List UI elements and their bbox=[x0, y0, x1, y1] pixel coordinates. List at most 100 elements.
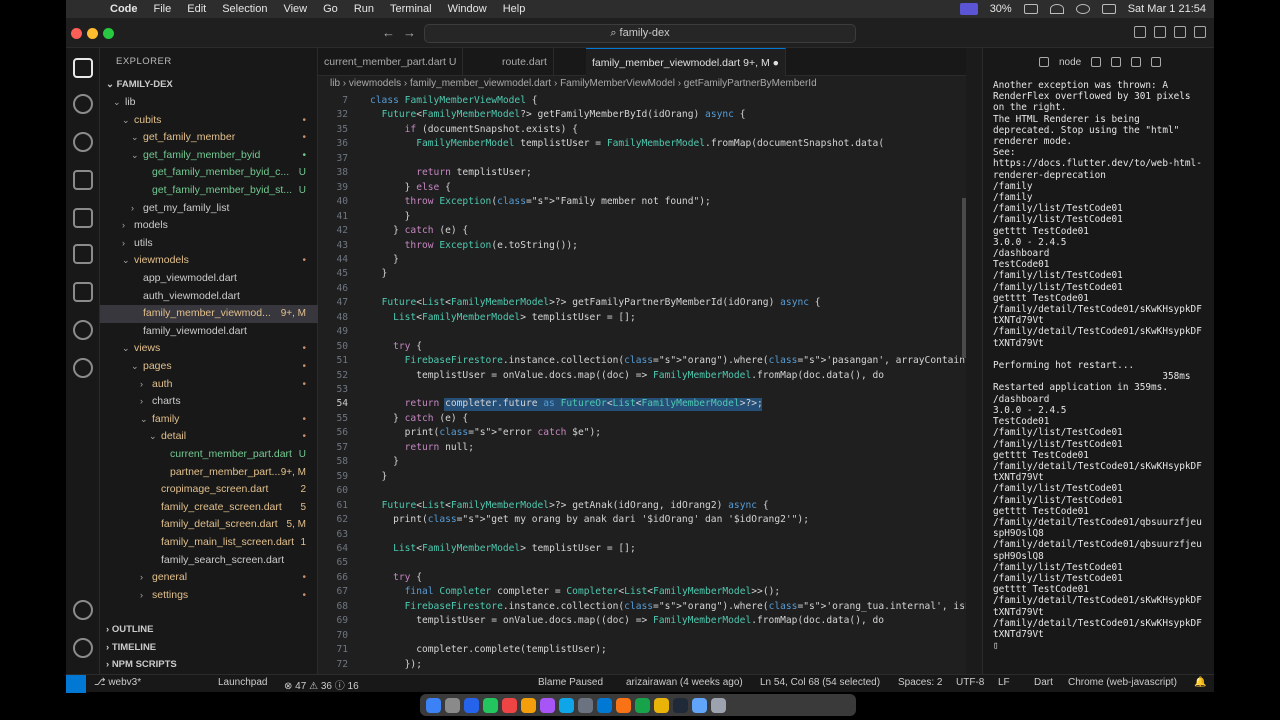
remote-indicator[interactable] bbox=[66, 675, 86, 693]
menu-go[interactable]: Go bbox=[315, 3, 346, 15]
tree-item[interactable]: ⌄ cubits • bbox=[100, 112, 318, 130]
chevron-icon[interactable]: ⌄ bbox=[122, 340, 134, 358]
code-line[interactable]: } bbox=[370, 268, 388, 279]
tree-item[interactable]: get_family_member_byid_st... U bbox=[100, 182, 318, 200]
code-line[interactable]: completer.complete(templistUser); bbox=[370, 644, 607, 655]
tree-item[interactable]: ⌄ get_family_member • bbox=[100, 129, 318, 147]
code-line[interactable]: final Completer completer = Completer<Li… bbox=[370, 586, 781, 597]
language-mode[interactable]: Dart bbox=[1034, 677, 1053, 688]
code-line[interactable]: return null; bbox=[370, 442, 474, 453]
explorer-icon[interactable] bbox=[73, 58, 93, 78]
menu-window[interactable]: Window bbox=[440, 3, 495, 15]
settings-gear-icon[interactable] bbox=[73, 638, 93, 658]
code-line[interactable]: FirebaseFirestore.instance.collection(cl… bbox=[370, 355, 966, 366]
launchpad[interactable]: Launchpad bbox=[218, 677, 268, 688]
tree-item[interactable]: ⌄ views • bbox=[100, 340, 318, 358]
wifi-icon[interactable] bbox=[1049, 4, 1064, 14]
tree-item[interactable]: ⌄ lib bbox=[100, 94, 318, 112]
code-line[interactable]: FirebaseFirestore.instance.collection(cl… bbox=[370, 601, 966, 612]
menu-run[interactable]: Run bbox=[346, 3, 382, 15]
new-terminal-icon[interactable] bbox=[1091, 57, 1102, 67]
chevron-icon[interactable]: ⌄ bbox=[140, 411, 152, 429]
workspace-root[interactable]: ⌄ FAMILY-DEX bbox=[100, 76, 318, 94]
clock[interactable]: Sat Mar 1 21:54 bbox=[1128, 3, 1206, 15]
code-line[interactable]: } bbox=[370, 456, 399, 467]
git-branch[interactable]: ⎇ webv3* bbox=[94, 677, 141, 688]
tree-item[interactable]: › models bbox=[100, 217, 318, 235]
menu-file[interactable]: File bbox=[146, 3, 180, 15]
menu-edit[interactable]: Edit bbox=[179, 3, 214, 15]
chevron-icon[interactable]: ⌄ bbox=[131, 129, 143, 147]
tree-item[interactable]: › general • bbox=[100, 569, 318, 587]
terminal-app-icon[interactable] bbox=[635, 697, 650, 713]
command-center-search[interactable]: ⌕ family-dex bbox=[424, 24, 856, 43]
battery-icon[interactable] bbox=[1023, 4, 1038, 14]
blame-status[interactable]: Blame Paused bbox=[538, 677, 603, 688]
code-line[interactable]: List<FamilyMemberModel> templistUser = [… bbox=[370, 312, 636, 323]
tree-item[interactable]: auth_viewmodel.dart bbox=[100, 288, 318, 306]
run-debug-icon[interactable] bbox=[73, 170, 93, 190]
tree-item[interactable]: family_detail_screen.dart 5, M bbox=[100, 516, 318, 534]
chevron-icon[interactable]: ⌄ bbox=[131, 147, 143, 165]
testing-icon[interactable] bbox=[73, 244, 93, 264]
close-window-button[interactable] bbox=[71, 28, 82, 39]
minimize-window-button[interactable] bbox=[87, 28, 98, 39]
section-outline[interactable]: › OUTLINE bbox=[100, 621, 318, 639]
tree-item[interactable]: › auth • bbox=[100, 376, 318, 394]
chevron-icon[interactable]: ⌄ bbox=[122, 112, 134, 130]
code-line[interactable]: } bbox=[370, 471, 388, 482]
trash-icon[interactable] bbox=[1131, 57, 1142, 67]
split-terminal-icon[interactable] bbox=[1111, 57, 1122, 67]
spotlight-icon[interactable] bbox=[1075, 4, 1090, 14]
terminal-name[interactable]: node bbox=[1059, 57, 1081, 68]
safari-icon[interactable] bbox=[464, 697, 479, 713]
code-line[interactable]: Future<FamilyMemberModel?> getFamilyMemb… bbox=[370, 109, 746, 120]
code-line[interactable]: } bbox=[370, 254, 399, 265]
back-arrow-icon[interactable]: ← bbox=[382, 25, 395, 40]
tree-item[interactable]: family_search_screen.dart bbox=[100, 552, 318, 570]
forward-arrow-icon[interactable]: → bbox=[403, 25, 416, 40]
tree-item[interactable]: ⌄ get_family_member_byid • bbox=[100, 147, 318, 165]
customize-layout-icon[interactable] bbox=[1194, 26, 1206, 38]
code-line[interactable]: print(class="s">"error catch $e"); bbox=[370, 427, 601, 438]
tree-item[interactable]: ⌄ viewmodels • bbox=[100, 252, 318, 270]
code-line[interactable]: if (documentSnapshot.exists) { bbox=[370, 124, 578, 135]
tab-current-member-part[interactable]: current_member_part.dart U bbox=[318, 48, 464, 76]
tree-item[interactable]: app_viewmodel.dart bbox=[100, 270, 318, 288]
notes-icon[interactable] bbox=[521, 697, 536, 713]
tree-item[interactable]: › get_my_family_list bbox=[100, 200, 318, 218]
menu-terminal[interactable]: Terminal bbox=[382, 3, 440, 15]
tree-item[interactable]: ⌄ family • bbox=[100, 411, 318, 429]
menu-selection[interactable]: Selection bbox=[214, 3, 275, 15]
code-line[interactable]: try { bbox=[370, 572, 422, 583]
blame-author[interactable]: arizairawan (4 weeks ago) bbox=[626, 677, 743, 688]
problems-indicator[interactable]: ⊗ 47 ⚠ 36 ⓘ 16 bbox=[284, 677, 359, 692]
chrome-icon[interactable] bbox=[654, 697, 669, 713]
tree-item[interactable]: family_main_list_screen.dart 1 bbox=[100, 534, 318, 552]
notifications-bell-icon[interactable]: 🔔 bbox=[1194, 677, 1206, 688]
toggle-sidebar-icon[interactable] bbox=[1134, 26, 1146, 38]
code-line[interactable]: } bbox=[370, 211, 411, 222]
appstore-icon[interactable] bbox=[559, 697, 574, 713]
timeline-icon[interactable] bbox=[73, 358, 93, 378]
cursor-position[interactable]: Ln 54, Col 68 (54 selected) bbox=[760, 677, 880, 688]
indentation[interactable]: Spaces: 2 bbox=[898, 677, 942, 688]
code-line[interactable]: List<FamilyMemberModel> templistUser = [… bbox=[370, 543, 636, 554]
tree-item[interactable]: ⌄ pages • bbox=[100, 358, 318, 376]
tree-item[interactable]: ⌄ detail • bbox=[100, 428, 318, 446]
tree-item[interactable]: family_create_screen.dart 5 bbox=[100, 499, 318, 517]
encoding[interactable]: UTF-8 bbox=[956, 677, 984, 688]
folder-icon[interactable] bbox=[692, 697, 707, 713]
messages-icon[interactable] bbox=[483, 697, 498, 713]
code-line[interactable]: templistUser = onValue.docs.map((doc) =>… bbox=[370, 370, 884, 381]
source-control-icon[interactable] bbox=[73, 132, 93, 152]
chevron-icon[interactable]: › bbox=[140, 587, 152, 605]
toggle-secondary-sidebar-icon[interactable] bbox=[1174, 26, 1186, 38]
control-center-icon[interactable] bbox=[1101, 4, 1116, 14]
tree-item[interactable]: family_member_viewmod... 9+, M bbox=[100, 305, 318, 323]
chevron-icon[interactable]: › bbox=[122, 217, 134, 235]
tree-item[interactable]: › settings • bbox=[100, 587, 318, 605]
screen-record-icon[interactable] bbox=[959, 3, 978, 15]
chevron-icon[interactable]: ⌄ bbox=[149, 428, 161, 446]
code-line[interactable]: }); bbox=[370, 659, 422, 670]
